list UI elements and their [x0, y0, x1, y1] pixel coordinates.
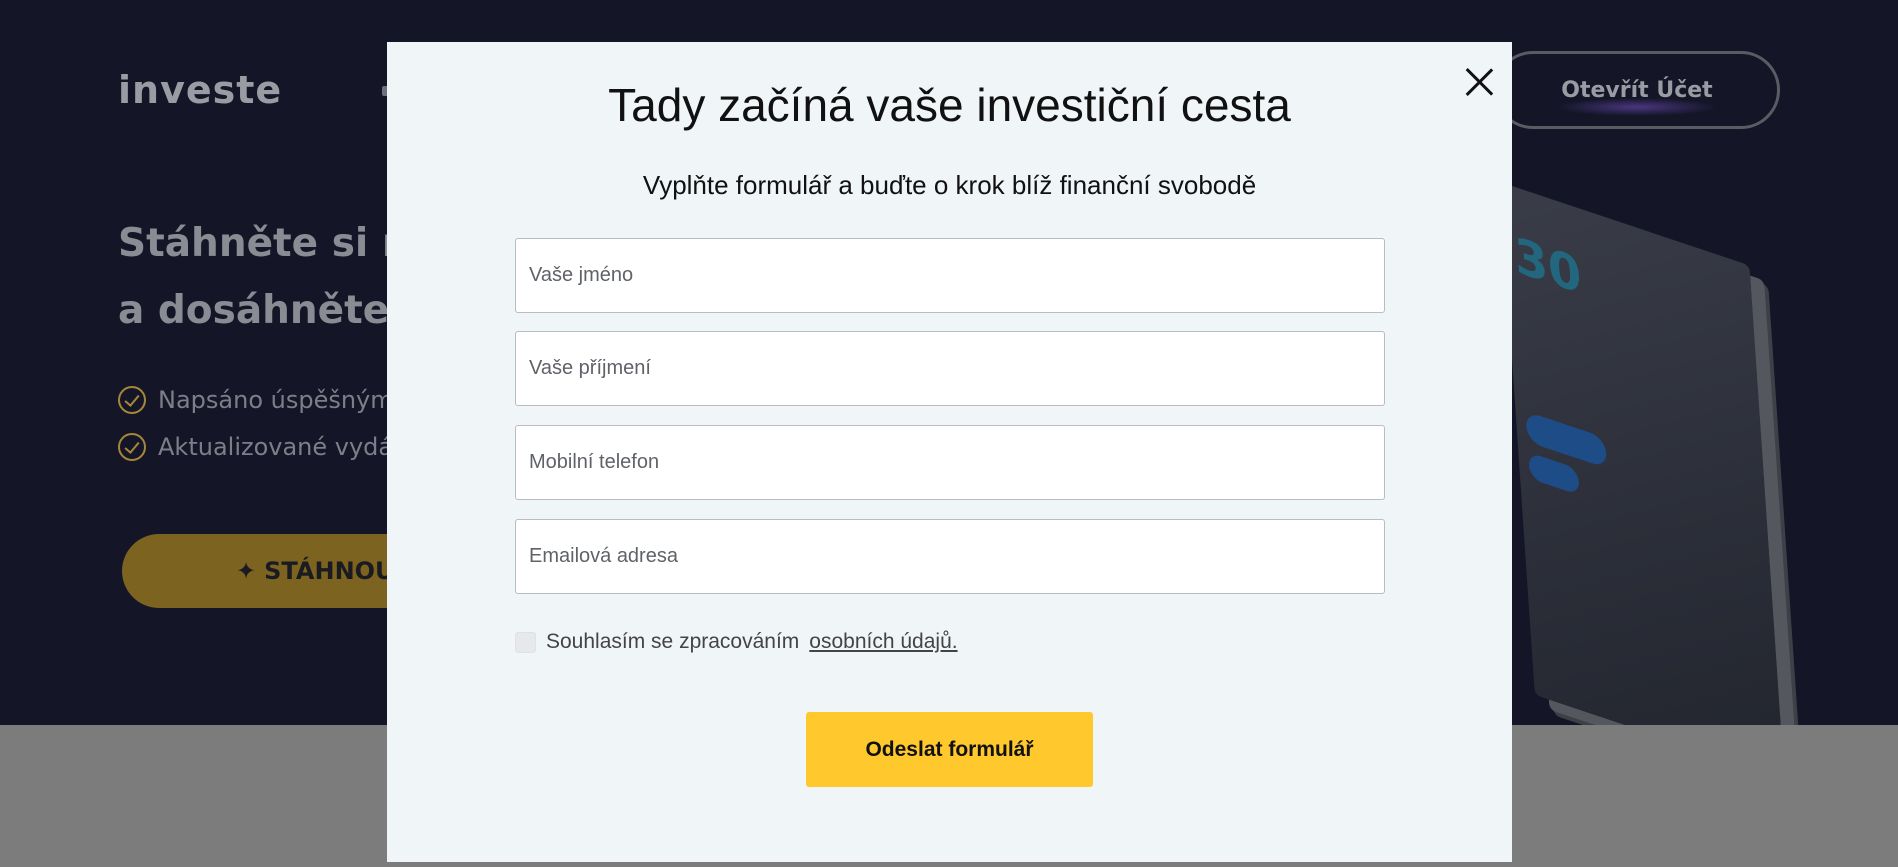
email-input[interactable] [515, 519, 1385, 594]
submit-button[interactable]: Odeslat formulář [806, 712, 1093, 787]
last-name-input[interactable] [515, 331, 1385, 406]
consent-checkbox[interactable] [515, 631, 536, 653]
consent-row: Souhlasím se zpracováním osobních údajů. [515, 630, 958, 654]
first-name-input[interactable] [515, 238, 1385, 313]
consent-text: Souhlasím se zpracováním [546, 630, 800, 653]
phone-input[interactable] [515, 425, 1385, 500]
signup-modal: Tady začíná vaše investiční cesta Vyplňt… [387, 42, 1512, 862]
privacy-link[interactable]: osobních údajů. [809, 630, 957, 654]
modal-title: Tady začíná vaše investiční cesta [608, 79, 1291, 131]
modal-subtitle: Vyplňte formulář a buďte o krok blíž fin… [642, 170, 1257, 200]
